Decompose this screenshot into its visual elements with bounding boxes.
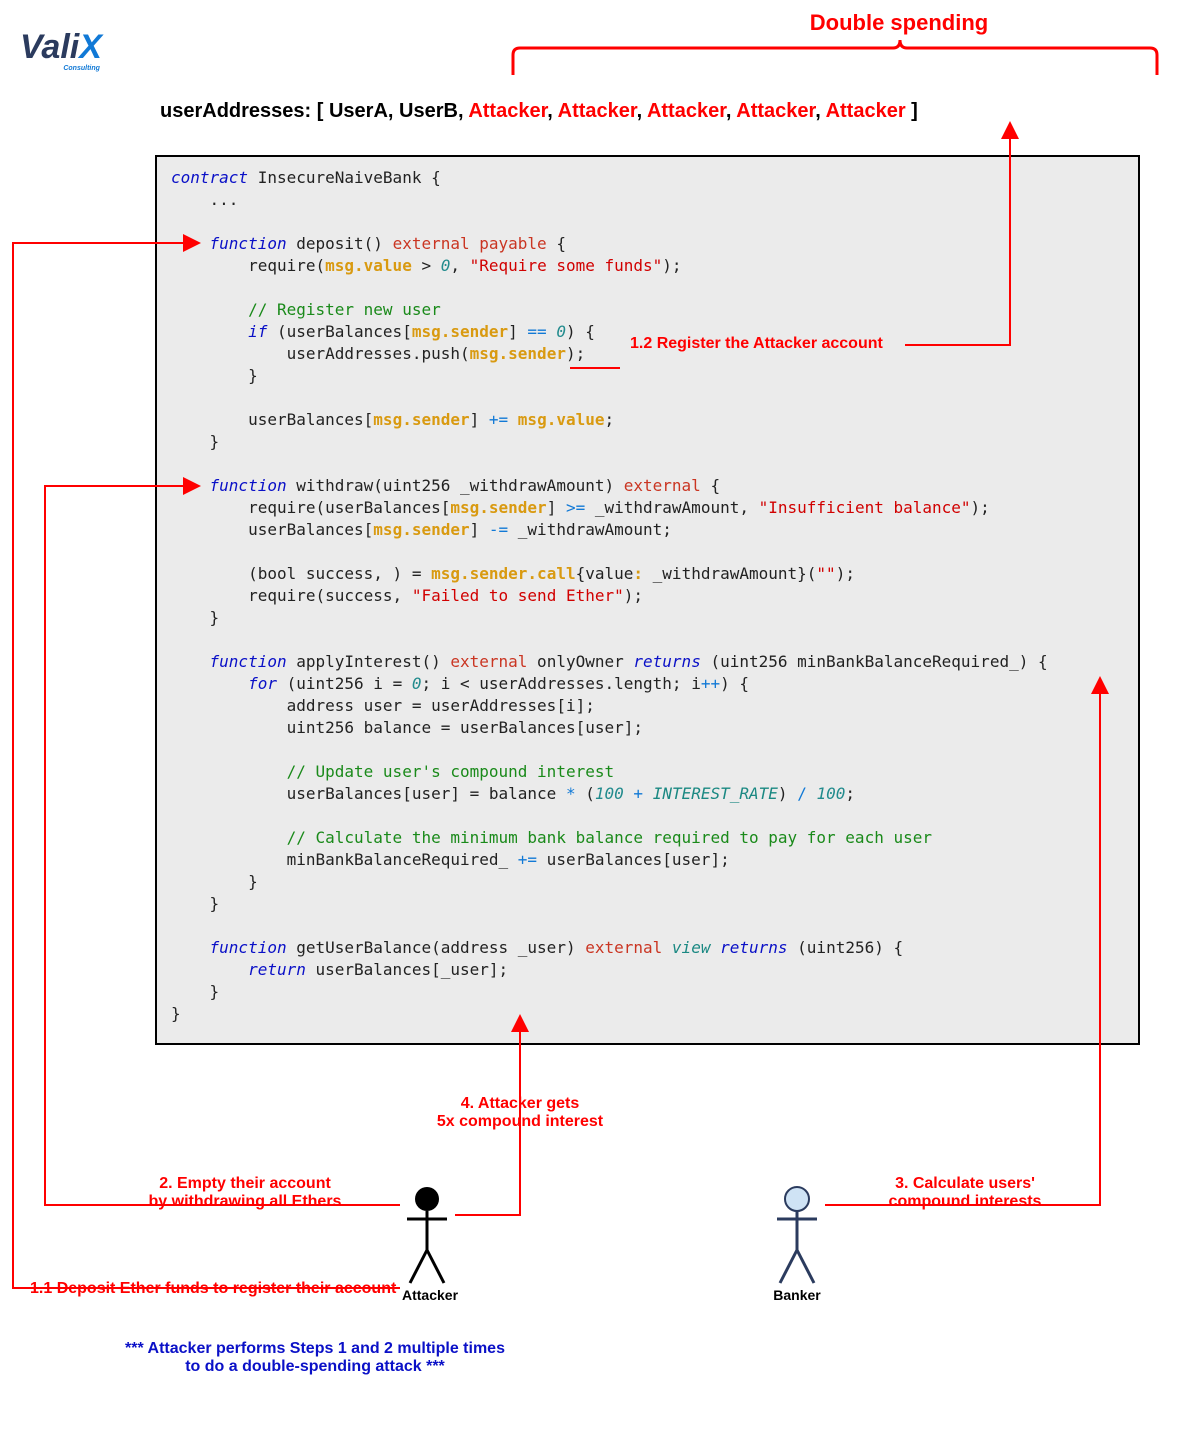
- banker-label: Banker: [772, 1287, 822, 1303]
- array-attacker-5: Attacker: [826, 100, 906, 122]
- array-attacker-4: Attacker: [736, 100, 815, 122]
- array-attacker-1: Attacker: [468, 100, 547, 122]
- code-box: contract InsecureNaiveBank { ... functio…: [155, 155, 1140, 1045]
- annot-1-2: 1.2 Register the Attacker account: [630, 335, 883, 353]
- array-line: userAddresses: [ UserA, UserB, Attacker,…: [160, 100, 918, 123]
- stick-figure-icon: [772, 1185, 822, 1285]
- attacker-figure: Attacker: [402, 1185, 452, 1295]
- annot-4: 4. Attacker gets 5x compound interest: [420, 1095, 620, 1131]
- logo-prefix: Vali: [20, 28, 79, 66]
- annot-note: *** Attacker performs Steps 1 and 2 mult…: [105, 1340, 525, 1376]
- attacker-label: Attacker: [402, 1287, 452, 1303]
- array-label: userAddresses: [: [160, 100, 329, 122]
- diagram-canvas: ValiX Consulting Double spending userAdd…: [0, 0, 1179, 1431]
- stick-figure-icon: [402, 1185, 452, 1285]
- array-attacker-2: Attacker: [558, 100, 637, 122]
- array-close: ]: [906, 100, 918, 122]
- annot-2: 2. Empty their account by withdrawing al…: [130, 1175, 360, 1211]
- logo-x: X: [79, 28, 102, 66]
- array-userB: UserB: [399, 100, 458, 122]
- logo: ValiX Consulting: [20, 28, 102, 72]
- banker-figure: Banker: [772, 1185, 822, 1295]
- annot-3: 3. Calculate users' compound interests: [870, 1175, 1060, 1211]
- array-userA: UserA: [329, 100, 388, 122]
- title-double-spending: Double spending: [634, 10, 1164, 36]
- annot-1-1: 1.1 Deposit Ether funds to register thei…: [30, 1280, 396, 1298]
- array-attacker-3: Attacker: [647, 100, 726, 122]
- logo-sub: Consulting: [20, 65, 100, 72]
